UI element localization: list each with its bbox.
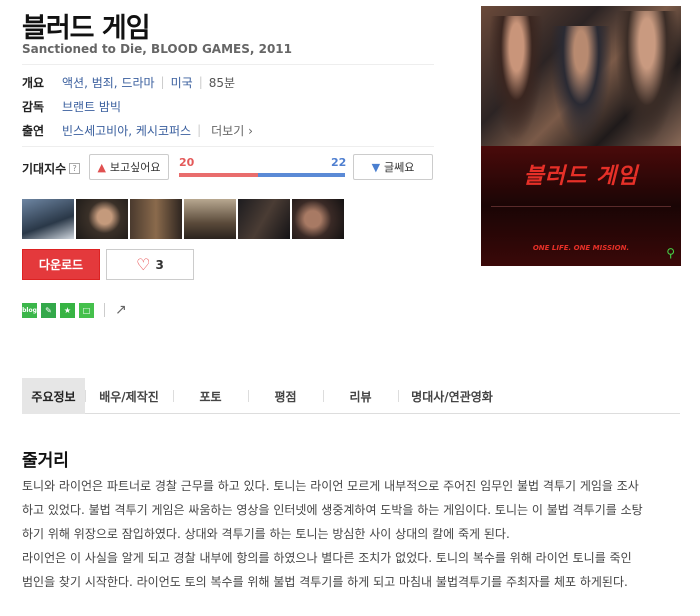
tab-review[interactable]: 리뷰 [323,378,398,414]
cast-more-link[interactable]: 더보기 › [211,122,253,139]
divider [104,303,105,317]
want-to-see-label: 보고싶어요 [109,161,161,174]
synopsis-line: 라이언은 이 사실을 알게 되고 경찰 내부에 항의를 하였으나 별다른 조치가… [22,551,632,565]
separator: | [198,75,203,89]
want-bar [179,173,259,177]
movie-poster[interactable]: 블러드 게임 ONE LIFE. ONE MISSION. ⚲ [481,6,681,266]
like-count: 3 [155,257,164,272]
poster-figure [616,11,678,141]
director-row: 감독 브랜트 밤빅 [22,97,121,115]
expectation-label: 기대지수 ? [22,160,81,177]
thumbs-down-icon: ▼ [371,160,381,174]
director-label: 감독 [22,99,45,114]
tab-main-info[interactable]: 주요정보 [22,378,85,414]
genre-row: 개요 액션, 범죄, 드라마 | 미국 | 85분 [22,73,235,91]
tab-quotes-related[interactable]: 명대사/연관영화 [398,378,506,414]
poster-credits [491,206,671,232]
help-icon[interactable]: ? [69,163,81,174]
country-link[interactable]: 미국 [171,74,193,91]
director-link[interactable]: 브랜트 밤빅 [62,98,121,115]
still-thumbnail[interactable] [22,199,74,239]
genre-label: 개요 [22,75,45,90]
divider [22,64,434,65]
like-button[interactable]: ♡ 3 [106,249,194,280]
zoom-icon[interactable]: ⚲ [666,246,675,260]
still-thumbnail[interactable] [292,199,344,239]
still-thumbnail[interactable] [238,199,290,239]
tab-cast-crew[interactable]: 배우/제작진 [85,378,173,414]
divider [22,146,434,147]
still-thumbnails [22,199,344,239]
synopsis-line: 하고 있었다. 불법 격투기 게임은 싸움하는 영상을 인터넷에 생중계하여 도… [22,503,643,517]
synopsis-line: 하기 위해 위장으로 잠입하였다. 상대와 격투기를 하는 토니는 방심한 사이… [22,527,510,541]
blog-share-icon[interactable]: blog [22,302,37,318]
poster-figure [551,26,611,141]
poster-title: 블러드 게임 [523,164,639,189]
heart-icon: ♡ [136,255,151,274]
star-share-icon[interactable]: ★ [60,302,75,318]
tab-bar: 주요정보 배우/제작진 포토 평점 리뷰 명대사/연관영화 [22,378,680,414]
share-row: blog ✎ ★ □ ↗ [22,302,127,318]
cast-more-label: 더보기 [211,123,245,138]
tab-rating[interactable]: 평점 [248,378,323,414]
share-icon[interactable]: ↗ [115,302,127,318]
memo-share-icon[interactable]: □ [79,302,94,318]
dontwant-count: 22 [331,156,347,169]
synopsis-title: 줄거리 [22,451,69,471]
expectation-label-text: 기대지수 [22,162,67,176]
poster-tagline: ONE LIFE. ONE MISSION. [532,244,630,252]
cast-link[interactable]: 빈스세고비아, 케시코퍼스 [62,122,191,139]
genre-link[interactable]: 액션, 범죄, 드라마 [62,74,155,91]
not-sure-label: 글쎄요 [384,161,415,174]
not-sure-button[interactable]: ▼ 글쎄요 [353,154,433,180]
poster-figure [489,16,544,141]
still-thumbnail[interactable] [76,199,128,239]
runtime: 85분 [208,75,236,90]
cafe-share-icon[interactable]: ✎ [41,302,56,318]
dontwant-bar [258,173,345,177]
want-count: 20 [179,156,195,169]
synopsis-line: 토니와 라이언은 파트너로 경찰 근무를 하고 있다. 토니는 라이언 모르게 … [22,479,639,493]
page-title: 블러드 게임 [22,13,151,44]
tab-photo[interactable]: 포토 [173,378,248,414]
synopsis-line: 범인을 찾기 시작한다. 라이언도 토의 복수를 위해 불법 격투기를 하게 되… [22,575,628,589]
thumbs-up-icon: ▲ [97,160,106,174]
still-thumbnail[interactable] [130,199,182,239]
expectation-bar [179,173,345,177]
synopsis-text: 토니와 라이언은 파트너로 경찰 근무를 하고 있다. 토니는 라이언 모르게 … [22,474,680,594]
separator: | [197,123,202,137]
download-button[interactable]: 다운로드 [22,249,100,280]
still-thumbnail[interactable] [184,199,236,239]
original-title: Sanctioned to Die, BLOOD GAMES, 2011 [22,42,293,56]
separator: | [160,75,165,89]
cast-row: 출연 빈스세고비아, 케시코퍼스 | 더보기 › [22,121,253,139]
chevron-right-icon: › [248,123,253,138]
cast-label: 출연 [22,123,45,138]
want-to-see-button[interactable]: ▲ 보고싶어요 [89,154,169,180]
